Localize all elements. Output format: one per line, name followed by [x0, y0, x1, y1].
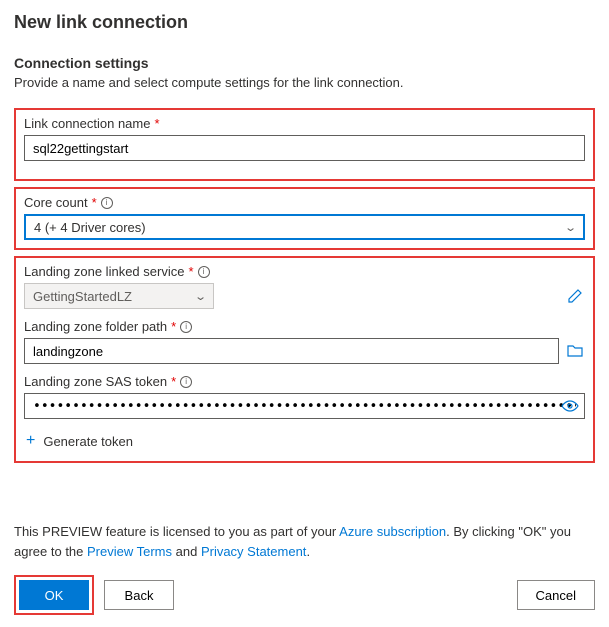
chevron-down-icon: ⌄	[194, 290, 207, 303]
group-link-name: Link connection name*	[14, 108, 595, 181]
label-link-name: Link connection name*	[24, 116, 585, 131]
info-icon[interactable]: i	[198, 266, 210, 278]
ok-button[interactable]: OK	[19, 580, 89, 610]
label-core-count: Core count* i	[24, 195, 585, 210]
azure-subscription-link[interactable]: Azure subscription	[339, 524, 446, 539]
eye-icon[interactable]	[561, 400, 579, 412]
group-core-count: Core count* i 4 (+ 4 Driver cores) ⌄	[14, 187, 595, 250]
group-landing-zone: Landing zone linked service* i GettingSt…	[14, 256, 595, 463]
preview-terms-link[interactable]: Preview Terms	[87, 544, 172, 559]
generate-token-button[interactable]: + Generate token	[24, 429, 135, 453]
section-heading: Connection settings	[14, 55, 595, 71]
chevron-down-icon: ⌄	[564, 221, 577, 234]
page-title: New link connection	[14, 12, 595, 33]
folder-icon[interactable]	[565, 342, 585, 360]
edit-icon[interactable]	[565, 286, 585, 306]
info-icon[interactable]: i	[101, 197, 113, 209]
label-lz-sas: Landing zone SAS token* i	[24, 374, 585, 389]
lz-sas-input[interactable]	[24, 393, 585, 419]
link-name-input[interactable]	[24, 135, 585, 161]
plus-icon: +	[26, 433, 35, 449]
button-row: OK Back Cancel	[14, 575, 595, 615]
back-button[interactable]: Back	[104, 580, 174, 610]
preview-disclaimer: This PREVIEW feature is licensed to you …	[14, 522, 595, 561]
cancel-button[interactable]: Cancel	[517, 580, 595, 610]
core-count-select[interactable]: 4 (+ 4 Driver cores) ⌄	[24, 214, 585, 240]
privacy-statement-link[interactable]: Privacy Statement	[201, 544, 307, 559]
info-icon[interactable]: i	[180, 321, 192, 333]
lz-path-input[interactable]	[24, 338, 559, 364]
info-icon[interactable]: i	[180, 376, 192, 388]
section-subtitle: Provide a name and select compute settin…	[14, 75, 595, 90]
label-lz-path: Landing zone folder path* i	[24, 319, 585, 334]
lz-service-select[interactable]: GettingStartedLZ ⌄	[24, 283, 214, 309]
label-lz-service: Landing zone linked service* i	[24, 264, 585, 279]
